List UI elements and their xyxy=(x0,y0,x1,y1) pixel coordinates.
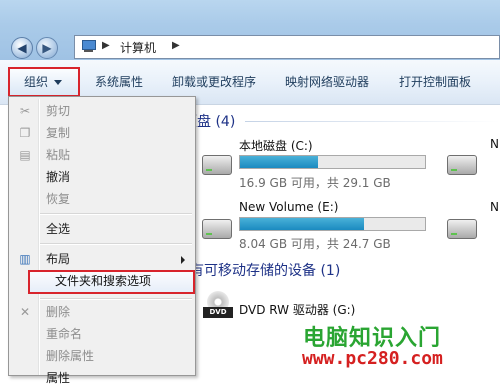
menu-item-label: 属性 xyxy=(46,371,71,385)
menu-item-label: 文件夹和搜索选项 xyxy=(55,274,152,288)
drive-name-partial: N xyxy=(490,137,499,151)
removable-storage-group-header[interactable]: 有可移动存储的设备 (1) xyxy=(190,260,340,280)
dvd-drive-icon[interactable]: DVD xyxy=(203,291,233,319)
menu-item-label: 剪切 xyxy=(46,104,71,118)
dvd-badge: DVD xyxy=(203,307,233,318)
delete-x-icon: ✕ xyxy=(19,305,31,319)
menu-item-paste[interactable]: ▤ 粘贴 xyxy=(11,144,193,166)
hard-drive-icon[interactable] xyxy=(202,155,232,175)
menu-item-label: 删除 xyxy=(46,305,71,319)
drive-name-e[interactable]: New Volume (E:) xyxy=(239,200,338,214)
menu-separator xyxy=(40,298,192,300)
menu-item-label: 粘贴 xyxy=(46,148,71,162)
menu-item-label: 恢复 xyxy=(46,192,71,206)
breadcrumb-separator[interactable]: ▶ xyxy=(172,40,180,51)
menu-item-label: 布局 xyxy=(46,252,71,266)
drive-name-c[interactable]: 本地磁盘 (C:) xyxy=(239,137,313,154)
drive-usage-fill-c xyxy=(240,156,318,168)
menu-item-label: 撤消 xyxy=(46,170,71,184)
menu-item-properties[interactable]: 属性 xyxy=(11,367,193,389)
menu-separator xyxy=(40,243,192,245)
organize-label: 组织 xyxy=(24,75,49,89)
drive-name-partial: N xyxy=(490,200,499,214)
drive-free-space-c: 16.9 GB 可用，共 29.1 GB xyxy=(239,176,391,190)
menu-item-label: 全选 xyxy=(46,222,71,236)
menu-item-copy[interactable]: ❐ 复制 xyxy=(11,122,193,144)
menu-item-delete[interactable]: ✕ 删除 xyxy=(11,301,193,323)
menu-item-rename[interactable]: 重命名 xyxy=(11,323,193,345)
group-divider xyxy=(245,121,500,122)
menu-item-redo[interactable]: 恢复 xyxy=(11,188,193,210)
drive-free-space-e: 8.04 GB 可用，共 24.7 GB xyxy=(239,237,391,251)
menu-item-select-all[interactable]: 全选 xyxy=(11,218,193,240)
menu-item-label: 删除属性 xyxy=(46,349,95,363)
breadcrumb-computer[interactable]: 计算机 xyxy=(120,39,156,56)
open-control-panel-button[interactable]: 打开控制面板 xyxy=(399,60,471,104)
drive-usage-bar-e xyxy=(239,217,426,231)
menu-item-remove-properties[interactable]: 删除属性 xyxy=(11,345,193,367)
paste-icon: ▤ xyxy=(19,148,31,162)
drive-name-g[interactable]: DVD RW 驱动器 (G:) xyxy=(239,301,355,318)
window-titlebar: ◀ ▶ ▶ 计算机 ▶ xyxy=(0,0,500,60)
drive-usage-fill-e xyxy=(240,218,364,230)
menu-item-undo[interactable]: 撤消 xyxy=(11,166,193,188)
layout-icon: ▥ xyxy=(19,252,31,266)
menu-item-cut[interactable]: ✂ 剪切 xyxy=(11,100,193,122)
computer-icon xyxy=(81,40,96,53)
hard-drive-icon[interactable] xyxy=(447,219,477,239)
organize-menu: ✂ 剪切 ❐ 复制 ▤ 粘贴 撤消 恢复 全选 ▥ 布局 文件夹和搜索选项 ✕ … xyxy=(8,96,196,385)
copy-icon: ❐ xyxy=(19,126,31,140)
scissors-icon: ✂ xyxy=(19,104,31,118)
organize-button[interactable]: 组织 xyxy=(8,67,80,97)
hard-drive-icon[interactable] xyxy=(447,155,477,175)
drive-usage-bar-c xyxy=(239,155,426,169)
submenu-arrow-icon xyxy=(181,256,185,264)
menu-item-label: 复制 xyxy=(46,126,71,140)
hard-drive-icon[interactable] xyxy=(202,219,232,239)
address-bar[interactable]: ▶ 计算机 ▶ xyxy=(74,35,500,59)
forward-arrow-icon[interactable]: ▶ xyxy=(36,37,58,59)
menu-item-label: 重命名 xyxy=(46,327,83,341)
menu-item-layout[interactable]: ▥ 布局 xyxy=(11,248,193,270)
breadcrumb-separator[interactable]: ▶ xyxy=(102,40,110,51)
map-network-drive-button[interactable]: 映射网络驱动器 xyxy=(285,60,369,104)
menu-separator xyxy=(40,213,192,215)
menu-item-folder-search-options[interactable]: 文件夹和搜索选项 xyxy=(28,270,195,294)
watermark-url: www.pc280.com xyxy=(302,348,443,369)
back-arrow-icon[interactable]: ◀ xyxy=(11,37,33,59)
chevron-down-icon xyxy=(54,80,63,85)
